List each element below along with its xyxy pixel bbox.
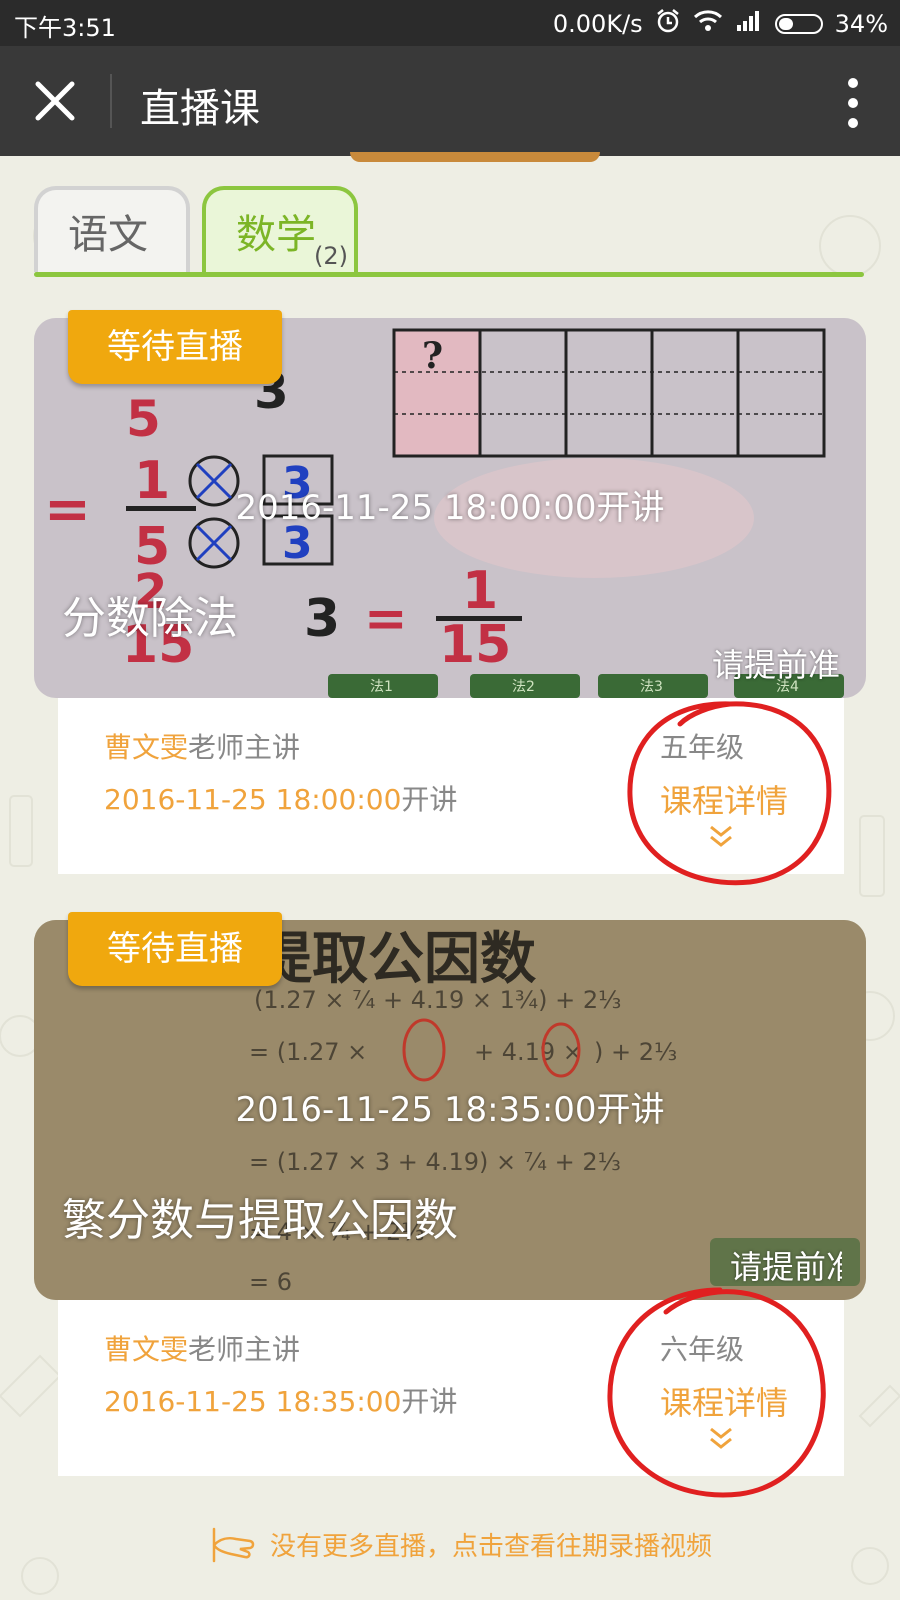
status-badge: 等待直播	[68, 912, 282, 986]
svg-text:+ 4.19 ×: + 4.19 ×	[474, 1038, 583, 1066]
teacher-name: 曹文雯	[104, 1333, 189, 1366]
course-title: 繁分数与提取公因数	[62, 1195, 458, 1246]
svg-text:1: 1	[462, 561, 498, 621]
alarm-icon	[655, 8, 681, 40]
tab-math[interactable]: 数学 (2)	[202, 186, 358, 272]
battery-icon	[774, 14, 823, 34]
svg-text:法3: 法3	[640, 679, 663, 695]
svg-text:提取公因数: 提取公因数	[256, 926, 536, 992]
status-badge: 等待直播	[68, 310, 282, 384]
live-course-list[interactable]: 语文 数学 (2) 5 3 = 1 5 3 3 2 15 3 = 1 15 ? …	[0, 152, 900, 1600]
signal-icon	[735, 9, 763, 39]
reminder-marquee: 请提前准	[730, 1248, 842, 1286]
start-time-overlay: 2016-11-25 18:00:00开讲	[235, 488, 665, 528]
chevron-double-down-icon[interactable]	[708, 1426, 734, 1450]
svg-text:=: =	[364, 589, 408, 649]
svg-text:?: ?	[422, 335, 443, 377]
tab-chinese[interactable]: 语文	[34, 186, 190, 272]
teacher-suffix: 老师主讲	[188, 731, 301, 764]
teacher-name: 曹文雯	[104, 731, 189, 764]
svg-text:法1: 法1	[370, 679, 393, 695]
chevron-double-down-icon[interactable]	[708, 824, 734, 848]
footer-text: 没有更多直播，点击查看往期录播视频	[270, 1532, 713, 1562]
start-time-overlay: 2016-11-25 18:35:00开讲	[235, 1090, 665, 1130]
tab-math-label: 数学	[236, 212, 316, 258]
tab-chinese-label: 语文	[68, 212, 148, 258]
course-info-panel: 曹文雯老师主讲 2016-11-25 18:00:00开讲 五年级 课程详情	[58, 698, 844, 874]
more-menu-button[interactable]	[846, 76, 860, 130]
header-decoration	[350, 152, 600, 162]
status-time: 下午3:51	[14, 14, 116, 42]
start-time-value: 2016-11-25 18:35:00	[104, 1385, 402, 1418]
start-time-suffix: 开讲	[401, 1385, 458, 1418]
svg-text:5: 5	[126, 390, 161, 448]
grade-label: 六年级	[660, 1333, 745, 1366]
svg-text:= (1.27 ×: = (1.27 ×	[249, 1038, 367, 1066]
page-title: 直播课	[140, 86, 260, 132]
title-divider	[110, 74, 112, 128]
tab-underline	[34, 272, 864, 277]
svg-text:(1.27 × ⁷⁄₄ + 4.19 × 1¾) + 2⅓: (1.27 × ⁷⁄₄ + 4.19 × 1¾) + 2⅓	[254, 986, 621, 1014]
course-detail-link[interactable]: 课程详情	[660, 1378, 788, 1424]
grade-label: 五年级	[660, 731, 745, 764]
subject-tabs: 语文 数学 (2)	[34, 186, 864, 276]
course-info-panel: 曹文雯老师主讲 2016-11-25 18:35:00开讲 六年级 课程详情	[58, 1300, 844, 1476]
svg-text:) + 2⅓: ) + 2⅓	[594, 1038, 677, 1066]
start-time-line: 2016-11-25 18:35:00开讲	[104, 1380, 457, 1420]
more-vertical-icon	[848, 78, 858, 128]
title-bar: 直播课	[0, 46, 900, 156]
network-speed: 0.00K/s	[552, 10, 643, 38]
teacher-suffix: 老师主讲	[188, 1333, 301, 1366]
start-time-suffix: 开讲	[401, 783, 458, 816]
reminder-marquee: 请提前准	[712, 646, 841, 684]
teacher-line: 曹文雯老师主讲	[104, 1328, 300, 1368]
start-time-value: 2016-11-25 18:00:00	[104, 783, 402, 816]
svg-text:= (1.27 × 3 + 4.19) × ⁷⁄₄ + 2⅓: = (1.27 × 3 + 4.19) × ⁷⁄₄ + 2⅓	[249, 1148, 621, 1176]
course-title: 分数除法	[62, 593, 238, 644]
battery-percent: 34%	[834, 10, 888, 38]
course-detail-link[interactable]: 课程详情	[660, 776, 788, 822]
close-icon	[35, 81, 75, 121]
svg-text:−: −	[174, 681, 218, 698]
teacher-line: 曹文雯老师主讲	[104, 726, 300, 766]
tab-math-count: (2)	[314, 242, 348, 270]
svg-text:= 6: = 6	[249, 1268, 292, 1296]
svg-text:3: 3	[304, 589, 340, 649]
svg-text:15: 15	[439, 615, 511, 675]
wifi-icon	[693, 9, 723, 39]
close-button[interactable]	[30, 76, 80, 126]
status-bar: 下午3:51 0.00K/s 34%	[0, 0, 900, 46]
start-time-line: 2016-11-25 18:00:00开讲	[104, 778, 457, 818]
svg-text:法2: 法2	[512, 679, 535, 695]
hand-pointer-icon	[212, 1527, 255, 1562]
view-past-recordings-link[interactable]: 没有更多直播，点击查看往期录播视频	[210, 1526, 712, 1563]
